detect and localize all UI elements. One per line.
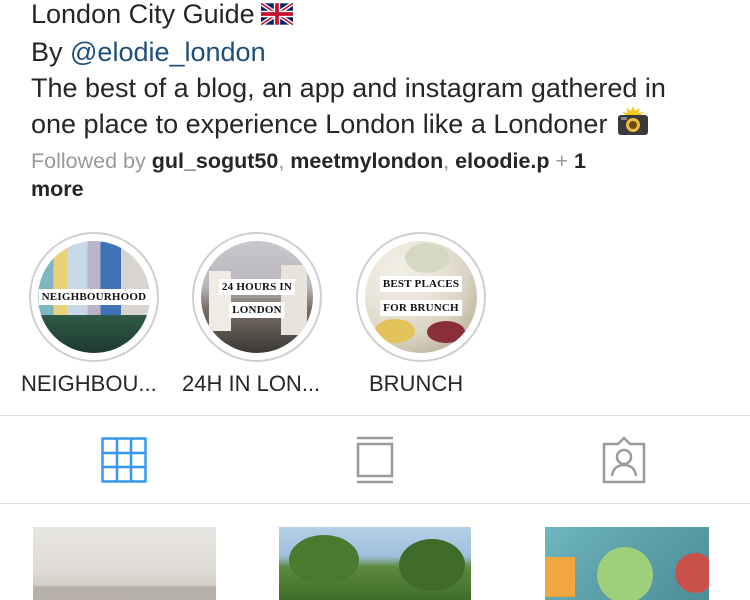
followed-prefix: Followed by: [31, 149, 152, 173]
bio-text-line-1: The best of a blog, an app and instagram…: [31, 73, 666, 103]
follower-link[interactable]: gul_sogut50: [152, 149, 279, 173]
uk-flag-icon: [259, 0, 294, 34]
highlight-brunch[interactable]: BEST PLACES FOR BRUNCH: [356, 232, 486, 362]
by-prefix: By: [31, 37, 71, 67]
author-handle-link[interactable]: @elodie_london: [70, 37, 266, 67]
grid-icon: [101, 437, 147, 483]
profile-by-line: By @elodie_london: [31, 34, 731, 70]
post-thumbnail[interactable]: [545, 527, 709, 600]
profile-title-line: London City Guide: [31, 0, 731, 34]
highlight-cover-image: 24 HOURS IN LONDON: [201, 241, 313, 353]
tab-grid[interactable]: [100, 436, 148, 484]
post-thumbnail[interactable]: [33, 527, 216, 600]
feed-icon: [356, 436, 394, 484]
bio-text-line-2-text: one place to experience London like a Lo…: [31, 109, 608, 139]
more-count[interactable]: 1: [574, 149, 586, 173]
profile-bio: London City Guide By @elodie_london The …: [31, 0, 731, 203]
highlight-cover-image: BEST PLACES FOR BRUNCH: [365, 241, 477, 353]
tagged-person-icon: [602, 436, 646, 484]
bio-text-line-2: one place to experience London like a Lo…: [31, 106, 731, 145]
highlight-cover-text: 24 HOURS IN: [218, 279, 296, 295]
followed-suffix: +: [549, 149, 575, 173]
tab-tagged[interactable]: [600, 436, 648, 484]
highlight-cover-image: NEIGHBOURHOOD: [38, 241, 150, 353]
camera-flash-icon: [615, 106, 651, 145]
follower-link[interactable]: eloodie.p: [455, 149, 549, 173]
tab-feed[interactable]: [351, 436, 399, 484]
highlight-title: NEIGHBOU...: [21, 371, 157, 396]
followed-by-line: Followed by gul_sogut50, meetmylondon, e…: [31, 149, 587, 201]
highlight-neighbourhood[interactable]: NEIGHBOURHOOD: [29, 232, 159, 362]
profile-title: London City Guide: [31, 0, 255, 29]
highlight-cover-text: FOR BRUNCH: [380, 300, 462, 316]
highlight-cover-text: LONDON: [229, 302, 285, 318]
divider-top: [0, 415, 750, 416]
highlight-cover-text: BEST PLACES: [379, 276, 463, 292]
highlight-24h-in-london[interactable]: 24 HOURS IN LONDON: [192, 232, 322, 362]
highlight-title: 24H IN LON...: [182, 371, 321, 396]
follower-link[interactable]: meetmylondon: [290, 149, 443, 173]
highlight-title: BRUNCH: [369, 371, 464, 396]
post-thumbnail[interactable]: [279, 527, 471, 600]
highlight-cover-text: NEIGHBOURHOOD: [38, 289, 150, 305]
divider-bottom: [0, 503, 750, 504]
more-label[interactable]: more: [31, 177, 84, 201]
